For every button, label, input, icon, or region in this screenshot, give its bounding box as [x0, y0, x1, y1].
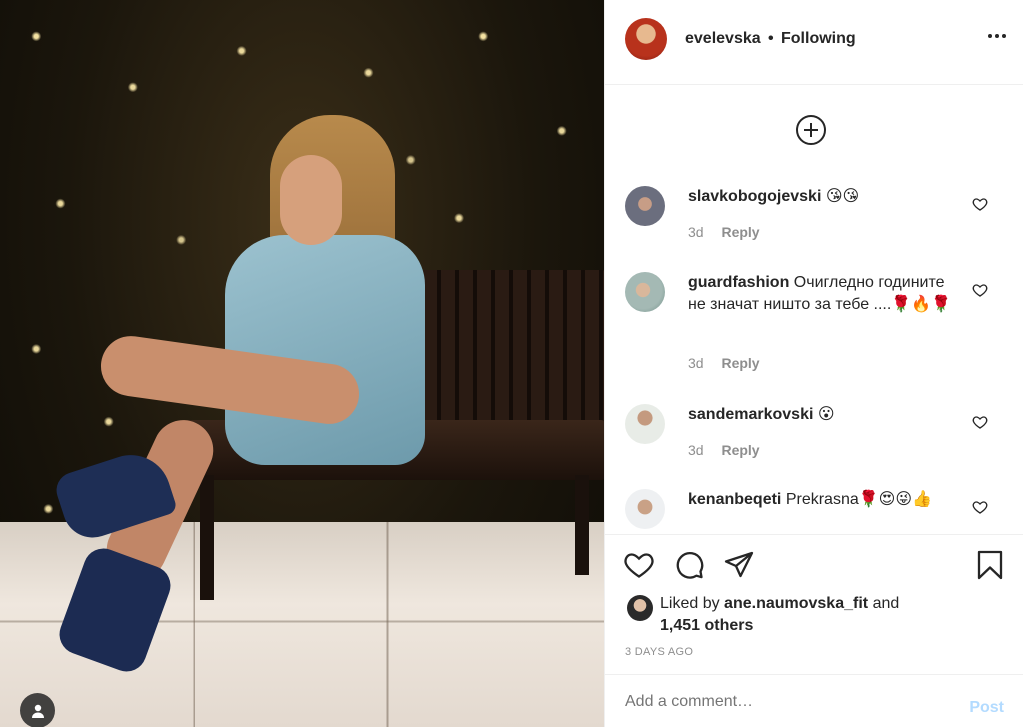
- post-actions: Liked by ane.naumovska_fit and 1,451 oth…: [605, 534, 1023, 674]
- comment-like-icon[interactable]: [972, 282, 988, 298]
- comment-emoji: 😮: [817, 406, 835, 423]
- comment-age[interactable]: 3d: [688, 442, 704, 458]
- header-separator: •: [768, 30, 774, 47]
- more-options-icon[interactable]: [988, 34, 1006, 38]
- post-comment-button[interactable]: Post: [969, 699, 1004, 717]
- commenter-avatar[interactable]: [625, 489, 665, 529]
- tagged-users-button[interactable]: [20, 693, 55, 727]
- post-photo[interactable]: [0, 0, 604, 727]
- comment-text: guardfashion Очигледно годините не знача…: [688, 272, 963, 316]
- commenter-avatar[interactable]: [625, 404, 665, 444]
- follow-status-button[interactable]: Following: [781, 30, 856, 48]
- commenter-username[interactable]: slavkobogojevski: [688, 188, 821, 205]
- likes-prefix: Liked by: [660, 595, 720, 612]
- comment-body: Prekrasna: [785, 491, 859, 508]
- comment-emoji: 👍: [912, 491, 932, 508]
- post-side-panel: evelevska • Following slavkobogojevski 😘…: [604, 0, 1023, 727]
- reply-button[interactable]: Reply: [721, 224, 759, 240]
- author-username[interactable]: evelevska: [685, 30, 761, 48]
- comment-input[interactable]: [625, 693, 925, 711]
- liker-avatar[interactable]: [627, 595, 653, 621]
- comment-text: slavkobogojevski 😘😘: [688, 186, 963, 208]
- commenter-username[interactable]: sandemarkovski: [688, 406, 813, 423]
- comment-emoji: 🌹: [931, 296, 952, 313]
- comment-emoji: 😜: [895, 491, 913, 508]
- comment-age[interactable]: 3d: [688, 224, 704, 240]
- reply-button[interactable]: Reply: [721, 355, 759, 371]
- commenter-username[interactable]: kenanbeqeti: [688, 491, 781, 508]
- liker-username[interactable]: ane.naumovska_fit: [724, 595, 868, 612]
- likes-summary: Liked by ane.naumovska_fit and 1,451 oth…: [660, 593, 1000, 637]
- comment-emoji: 😘: [825, 188, 843, 205]
- comment-meta: 3d Reply: [688, 442, 760, 458]
- photo-subject: [51, 115, 430, 678]
- heart-icon[interactable]: [623, 549, 655, 581]
- bookmark-icon[interactable]: [974, 549, 1006, 581]
- comment-meta: 3d Reply: [688, 224, 760, 240]
- comment-emoji: 🔥: [911, 296, 932, 313]
- comment-text: sandemarkovski 😮: [688, 404, 963, 426]
- user-icon: [31, 704, 44, 718]
- comment-age[interactable]: 3d: [688, 355, 704, 371]
- comment-like-icon[interactable]: [972, 414, 988, 430]
- comment-text: kenanbeqeti Prekrasna🌹😍😜👍: [688, 489, 963, 511]
- paper-plane-icon[interactable]: [723, 549, 755, 581]
- likes-others-link[interactable]: 1,451 others: [660, 617, 753, 634]
- commenter-avatar[interactable]: [625, 272, 665, 312]
- comment-like-icon[interactable]: [972, 499, 988, 515]
- plus-circle-icon[interactable]: [796, 115, 826, 145]
- comment-emoji: 😘: [842, 188, 860, 205]
- commenter-avatar[interactable]: [625, 186, 665, 226]
- author-avatar[interactable]: [625, 18, 667, 60]
- comment-emoji: 🌹: [891, 296, 912, 313]
- comments-list: slavkobogojevski 😘😘 3d Reply guardfashio…: [605, 86, 1023, 534]
- comment-emoji: 😍: [878, 491, 896, 508]
- add-comment-bar: Post: [605, 674, 1023, 727]
- comment-icon[interactable]: [673, 549, 705, 581]
- reply-button[interactable]: Reply: [721, 442, 759, 458]
- likes-joiner: and: [872, 595, 900, 612]
- comment-meta: 3d Reply: [688, 355, 760, 371]
- comment-emoji: 🌹: [858, 491, 879, 508]
- post-timestamp[interactable]: 3 DAYS AGO: [625, 646, 693, 658]
- comment-like-icon[interactable]: [972, 196, 988, 212]
- commenter-username[interactable]: guardfashion: [688, 274, 789, 291]
- post-header: evelevska • Following: [605, 0, 1023, 85]
